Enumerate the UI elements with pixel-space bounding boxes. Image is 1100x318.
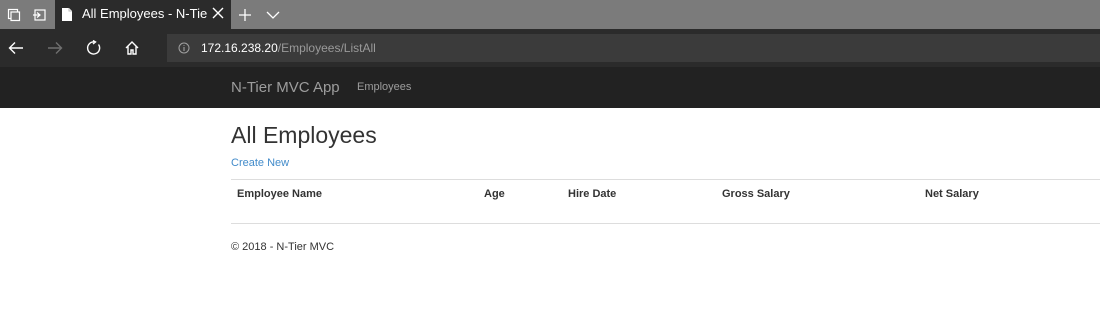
chevron-down-icon[interactable] [259,0,287,29]
plus-icon[interactable] [231,0,259,29]
nav-link-employees[interactable]: Employees [357,81,411,93]
url-host: 172.16.238.20 [201,41,278,55]
back-arrow-icon[interactable] [1,29,31,67]
app-navbar: N-Tier MVC App Employees [0,67,1100,108]
column-header-hire-date: Hire Date [568,188,617,200]
column-header-employee-name: Employee Name [237,188,322,200]
page-title: All Employees [231,122,377,148]
tab-title: All Employees - N-Tier MVC App [82,6,207,21]
column-header-net-salary: Net Salary [925,188,979,200]
url-text: 172.16.238.20/Employees/ListAll [201,41,376,55]
browser-tab-active[interactable]: All Employees - N-Tier MVC App [55,0,231,29]
close-icon[interactable] [211,6,225,20]
info-icon[interactable] [178,41,190,59]
browser-toolbar: 172.16.238.20/Employees/ListAll [0,29,1100,67]
footer-divider [231,223,1100,224]
column-header-age: Age [484,188,505,200]
set-aside-tabs-icon[interactable] [27,0,51,29]
tab-actions-icon[interactable] [2,0,26,29]
column-header-gross-salary: Gross Salary [722,188,790,200]
footer-text: © 2018 - N-Tier MVC [231,241,335,253]
url-path: /Employees/ListAll [277,41,376,55]
create-new-link[interactable]: Create New [231,157,289,169]
forward-arrow-icon[interactable] [40,29,70,67]
page-icon [61,7,73,27]
browser-tab-strip: All Employees - N-Tier MVC App [0,0,1100,29]
address-bar[interactable]: 172.16.238.20/Employees/ListAll [167,34,1100,62]
home-icon[interactable] [117,29,147,67]
refresh-icon[interactable] [79,29,109,67]
brand-link[interactable]: N-Tier MVC App [231,79,340,96]
table-top-border [231,179,1100,180]
